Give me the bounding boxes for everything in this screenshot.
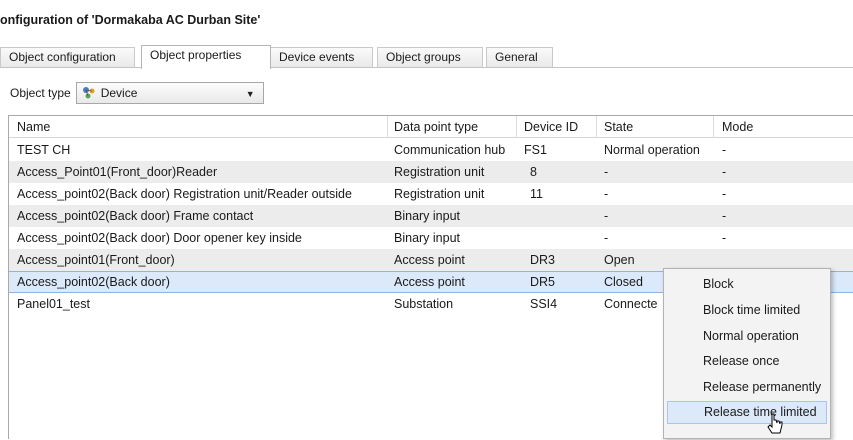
menu-item-normal-operation[interactable]: Normal operation	[667, 325, 827, 348]
tab-device-events[interactable]: Device events	[270, 47, 373, 68]
table-row[interactable]: TEST CH Communication hub FS1 Normal ope…	[9, 139, 853, 161]
cell-type: Binary input	[394, 231, 461, 245]
cell-mode: -	[722, 231, 727, 245]
column-header-data-point-type[interactable]: Data point type	[388, 116, 517, 138]
tab-object-groups[interactable]: Object groups	[377, 47, 483, 68]
object-type-row: Object type Device ▼	[10, 82, 264, 104]
menu-item-release-permanently[interactable]: Release permanently	[667, 376, 827, 399]
cell-name: Access_point02(Back door)	[17, 275, 170, 289]
cell-device-id: FS1	[524, 143, 547, 157]
context-menu: Block Block time limited Normal operatio…	[663, 268, 831, 439]
chevron-down-icon[interactable]: ▼	[246, 89, 255, 99]
cell-state: -	[604, 187, 609, 201]
cell-device-id: DR3	[530, 253, 556, 267]
cell-device-id: DR5	[530, 275, 556, 289]
cell-mode: -	[722, 143, 727, 157]
cell-name: Access_point02(Back door) Registration u…	[17, 187, 352, 201]
cell-type: Access point	[394, 275, 465, 289]
cell-mode: -	[722, 165, 727, 179]
cell-name: Access_point02(Back door) Frame contact	[17, 209, 254, 223]
mouse-pointer-icon	[767, 413, 785, 437]
cell-name: Panel01_test	[17, 297, 90, 311]
cell-state: -	[604, 231, 609, 245]
cell-device-id	[517, 205, 597, 227]
object-type-value: Device	[100, 86, 138, 100]
object-type-select[interactable]: Device ▼	[75, 82, 264, 104]
tab-bar: Object configuration Object properties D…	[0, 45, 853, 69]
table-row[interactable]: Access_point02(Back door) Registration u…	[9, 183, 853, 205]
menu-item-release-time-limited[interactable]: Release time limited	[667, 401, 827, 424]
cell-name: Access_point02(Back door) Door opener ke…	[17, 231, 302, 245]
cell-name: Access_Point01(Front_door)Reader	[17, 165, 218, 179]
window-title: onfiguration of 'Dormakaba AC Durban Sit…	[0, 13, 261, 27]
cell-device-id: 11	[530, 187, 543, 201]
cell-state: -	[604, 165, 609, 179]
cell-state: -	[604, 209, 609, 223]
cell-mode: -	[722, 187, 727, 201]
cell-type: Binary input	[394, 209, 461, 223]
menu-item-block[interactable]: Block	[667, 273, 827, 296]
tab-object-properties[interactable]: Object properties	[141, 45, 271, 69]
cell-device-id: 8	[530, 165, 537, 179]
menu-item-block-time-limited[interactable]: Block time limited	[667, 299, 827, 322]
tab-object-configuration[interactable]: Object configuration	[0, 47, 135, 68]
menu-item-release-once[interactable]: Release once	[667, 350, 827, 373]
cell-name: TEST CH	[17, 143, 71, 157]
cell-type: Registration unit	[394, 187, 485, 201]
cell-type: Substation	[394, 297, 454, 311]
cell-name: Access_point01(Front_door)	[17, 253, 175, 267]
table-row[interactable]: Access_point02(Back door) Frame contact …	[9, 205, 853, 227]
cell-device-id	[517, 227, 597, 249]
cell-device-id: SSI4	[530, 297, 558, 311]
grid-header: Name Data point type Device ID State Mod…	[9, 116, 853, 138]
table-row[interactable]: Access_point02(Back door) Door opener ke…	[9, 227, 853, 249]
column-header-name[interactable]: Name	[9, 116, 388, 138]
cell-type: Communication hub	[394, 143, 506, 157]
column-header-mode[interactable]: Mode	[714, 116, 853, 138]
tab-general[interactable]: General	[486, 47, 553, 68]
device-icon	[82, 86, 96, 100]
object-type-label: Object type	[10, 86, 71, 100]
cell-mode: -	[722, 209, 727, 223]
column-header-device-id[interactable]: Device ID	[517, 116, 597, 138]
column-header-state[interactable]: State	[597, 116, 714, 138]
cell-type: Access point	[394, 253, 465, 267]
cell-type: Registration unit	[394, 165, 485, 179]
cell-state: Normal operation	[604, 143, 700, 157]
table-row[interactable]: Access_Point01(Front_door)Reader Registr…	[9, 161, 853, 183]
